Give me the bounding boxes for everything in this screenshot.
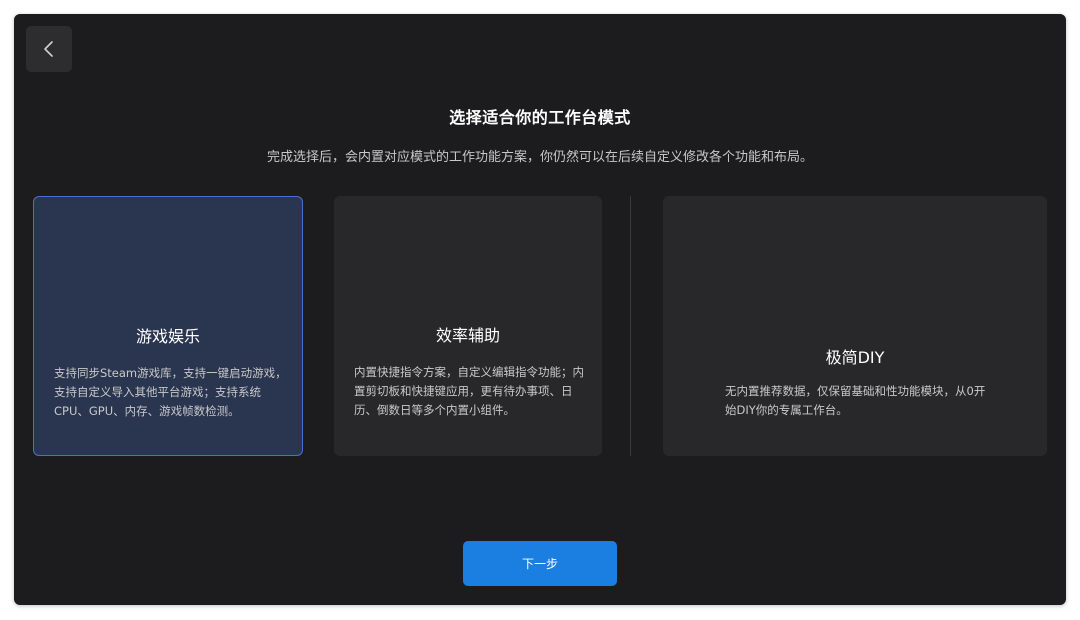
mode-card-title: 游戏娱乐 [135, 327, 200, 346]
page-title: 选择适合你的工作台模式 [449, 108, 631, 127]
mode-card-gaming[interactable]: 游戏娱乐 支持同步Steam游戏库，支持一键启动游戏，支持自定义导入其他平台游戏… [33, 196, 303, 456]
mode-card-title: 极简DIY [825, 348, 885, 367]
mode-card-title: 效率辅助 [435, 326, 500, 345]
mode-card-minimal-diy[interactable]: 极简DIY 无内置推荐数据，仅保留基础和性功能模块，从0开始DIY你的专属工作台… [663, 196, 1047, 456]
next-step-button[interactable]: 下一步 [463, 541, 617, 586]
mode-selection-window: 选择适合你的工作台模式 完成选择后，会内置对应模式的工作功能方案，你仍然可以在后… [14, 14, 1066, 605]
mode-card-description: 内置快捷指令方案，自定义编辑指令功能；内置剪切板和快捷键应用，更有待办事项、日历… [354, 365, 584, 417]
mode-card-description: 支持同步Steam游戏库，支持一键启动游戏，支持自定义导入其他平台游戏；支持系统… [54, 366, 287, 418]
mode-card-description: 无内置推荐数据，仅保留基础和性功能模块，从0开始DIY你的专属工作台。 [725, 384, 986, 417]
back-button[interactable] [26, 26, 72, 72]
chevron-left-icon [42, 39, 56, 59]
page-subtitle: 完成选择后，会内置对应模式的工作功能方案，你仍然可以在后续自定义修改各个功能和布… [266, 150, 813, 165]
mode-card-efficiency[interactable]: 效率辅助 内置快捷指令方案，自定义编辑指令功能；内置剪切板和快捷键应用，更有待办… [334, 196, 602, 456]
card-divider [630, 196, 631, 456]
